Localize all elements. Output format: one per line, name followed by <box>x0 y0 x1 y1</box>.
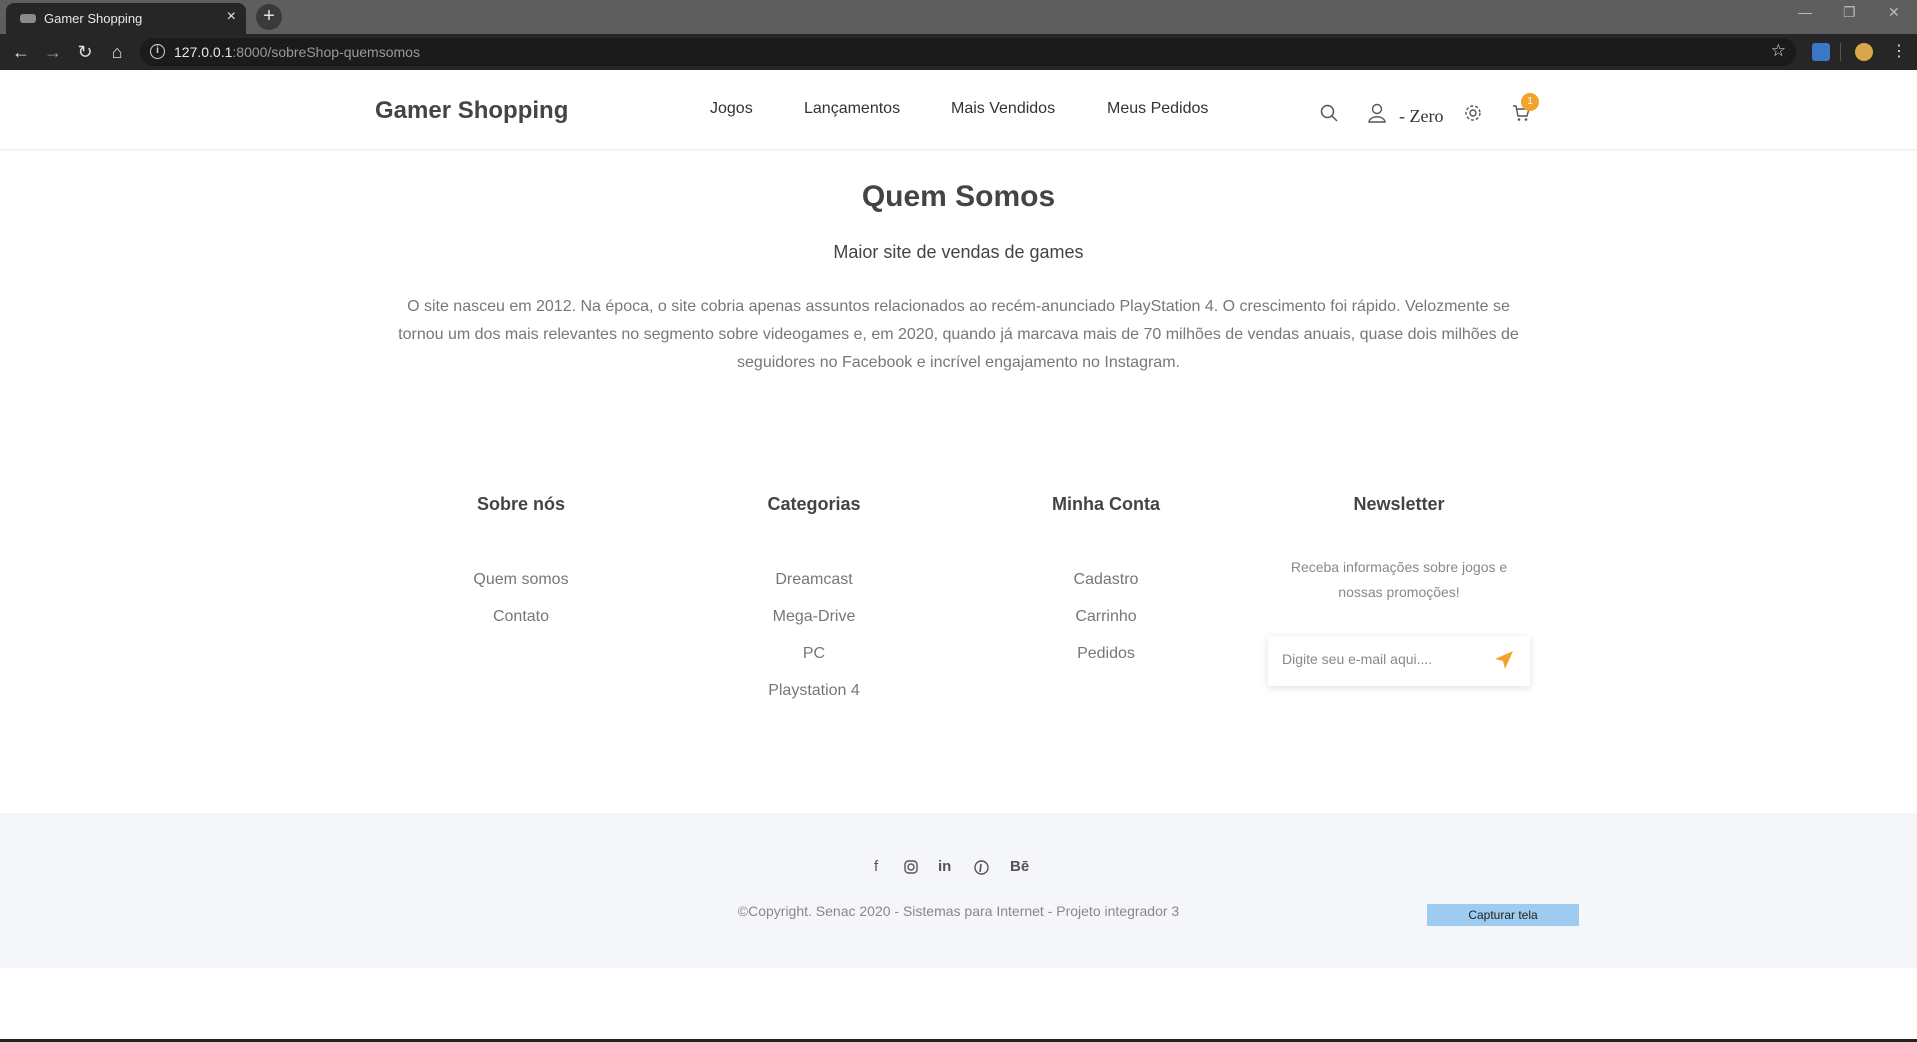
behance-icon[interactable]: Bē <box>1010 858 1029 875</box>
new-tab-button[interactable]: + <box>256 4 282 30</box>
newsletter-text: Receba informações sobre jogos e nossas … <box>1290 559 1508 600</box>
site-info-icon[interactable]: i <box>150 44 165 59</box>
back-icon[interactable]: ← <box>10 41 32 63</box>
footer-link-playstation-4[interactable]: Playstation 4 <box>684 672 944 709</box>
footer-link-dreamcast[interactable]: Dreamcast <box>684 561 944 598</box>
copyright-text: ©Copyright. Senac 2020 - Sistemas para I… <box>737 903 1180 919</box>
about-paragraph: O site nasceu em 2012. Na época, o site … <box>398 298 1519 371</box>
user-icon[interactable] <box>1368 103 1388 128</box>
address-bar[interactable]: i 127.0.0.1:8000/sobreShop-quemsomos ☆ <box>140 38 1796 66</box>
bookmark-star-icon[interactable]: ☆ <box>1771 41 1786 61</box>
footer-col-newsletter: Newsletter Receba informações sobre jogo… <box>1269 494 1529 605</box>
footer-heading-newsletter: Newsletter <box>1353 494 1445 514</box>
facebook-icon[interactable]: f <box>874 858 878 875</box>
user-name[interactable]: - Zero <box>1399 106 1443 127</box>
profile-avatar-icon[interactable] <box>1855 43 1873 61</box>
footer-link-contato[interactable]: Contato <box>391 598 651 635</box>
cart-count-badge: 1 <box>1521 93 1539 111</box>
footer-link-mega-drive[interactable]: Mega-Drive <box>684 598 944 635</box>
browser-menu-icon[interactable]: ⋮ <box>1888 41 1910 63</box>
bottom-footer: f in Bē ©Copyright. Senac 2020 - Sistema… <box>0 813 1917 968</box>
capture-screen-button[interactable]: Capturar tela <box>1427 904 1579 926</box>
pinterest-icon[interactable] <box>974 858 989 879</box>
page-subtitle: Maior site de vendas de games <box>833 242 1084 262</box>
nav-meus-pedidos[interactable]: Meus Pedidos <box>1107 100 1208 118</box>
footer-col-categorias: Categorias Dreamcast Mega-Drive PC Plays… <box>684 494 944 709</box>
site-logo[interactable]: Gamer Shopping <box>375 97 568 125</box>
linkedin-icon[interactable]: in <box>938 858 951 875</box>
footer-link-carrinho[interactable]: Carrinho <box>976 598 1236 635</box>
footer-heading-conta: Minha Conta <box>1052 494 1160 514</box>
footer-link-pc[interactable]: PC <box>684 635 944 672</box>
url-host: 127.0.0.1 <box>174 44 233 60</box>
forward-icon[interactable]: → <box>42 41 64 63</box>
footer-heading-categorias: Categorias <box>767 494 861 514</box>
browser-tab[interactable]: Gamer Shopping × <box>6 3 246 34</box>
window-close-icon[interactable]: ✕ <box>1888 4 1900 21</box>
footer-link-quem-somos[interactable]: Quem somos <box>391 561 651 598</box>
newsletter-email-input[interactable] <box>1282 651 1482 667</box>
extension-shield-icon[interactable] <box>1812 43 1830 61</box>
tab-close-icon[interactable]: × <box>227 8 236 26</box>
home-icon[interactable]: ⌂ <box>106 41 128 63</box>
footer-link-pedidos[interactable]: Pedidos <box>976 635 1236 672</box>
footer-heading-sobre: Sobre nós <box>476 494 565 514</box>
restore-icon[interactable]: ❐ <box>1843 4 1856 21</box>
instagram-icon[interactable] <box>904 858 918 878</box>
page-title: Quem Somos <box>861 180 1056 213</box>
newsletter-form <box>1268 636 1530 686</box>
gear-icon[interactable] <box>1464 104 1482 127</box>
site-header: Gamer Shopping Jogos Lançamentos Mais Ve… <box>0 70 1917 150</box>
reload-icon[interactable]: ↻ <box>74 41 96 63</box>
footer-col-sobre: Sobre nós Quem somos Contato <box>391 494 651 635</box>
nav-lancamentos[interactable]: Lançamentos <box>804 100 900 118</box>
nav-jogos[interactable]: Jogos <box>710 100 753 118</box>
tab-title: Gamer Shopping <box>44 11 143 26</box>
browser-tabbar: Gamer Shopping × + — ❐ ✕ <box>0 0 1917 34</box>
search-icon[interactable] <box>1320 104 1338 127</box>
nav-mais-vendidos[interactable]: Mais Vendidos <box>951 100 1055 118</box>
tab-favicon-icon <box>20 14 36 23</box>
url-path: :8000/sobreShop-quemsomos <box>232 44 420 60</box>
toolbar-divider <box>1840 43 1841 61</box>
url-text: 127.0.0.1:8000/sobreShop-quemsomos <box>174 44 420 60</box>
minimize-icon[interactable]: — <box>1798 4 1812 20</box>
footer-link-cadastro[interactable]: Cadastro <box>976 561 1236 598</box>
send-icon[interactable] <box>1494 650 1514 675</box>
social-links: f in Bē <box>870 858 1050 878</box>
browser-toolbar: ← → ↻ ⌂ i 127.0.0.1:8000/sobreShop-quems… <box>0 34 1917 70</box>
footer-col-conta: Minha Conta Cadastro Carrinho Pedidos <box>976 494 1236 672</box>
